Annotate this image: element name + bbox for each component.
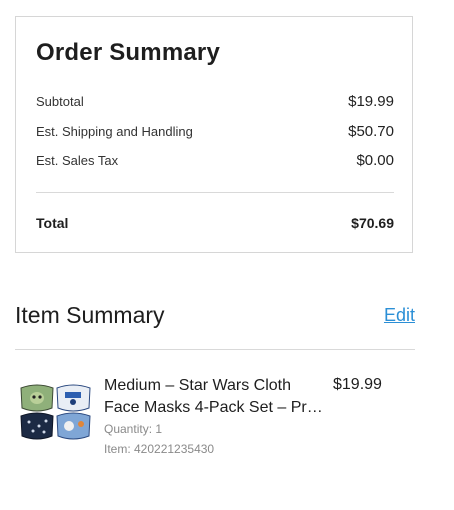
order-summary-panel: Order Summary Subtotal $19.99 Est. Shipp… [15, 16, 413, 253]
edit-link[interactable]: Edit [384, 305, 415, 326]
subtotal-row: Subtotal $19.99 [36, 93, 394, 110]
shipping-value: $50.70 [348, 123, 394, 140]
order-summary-title: Order Summary [36, 39, 221, 66]
item-name-line-1: Medium – Star Wars Cloth [104, 377, 292, 394]
total-label: Total [36, 215, 69, 231]
subtotal-label: Subtotal [36, 94, 84, 109]
total-value: $70.69 [351, 215, 394, 231]
item-summary-divider [15, 349, 415, 350]
sales-tax-value: $0.00 [356, 152, 394, 169]
item-summary-title: Item Summary [15, 302, 165, 328]
item-summary-header: Item Summary Edit [15, 302, 415, 329]
item-name-line-2: Face Masks 4-Pack Set – Pre… [104, 399, 326, 416]
total-row: Total $70.69 [36, 215, 394, 231]
item-name-link[interactable]: Medium – Star Wars Cloth Face Masks 4-Pa… [104, 375, 326, 419]
summary-divider [36, 192, 394, 193]
shipping-row: Est. Shipping and Handling $50.70 [36, 123, 394, 140]
subtotal-value: $19.99 [348, 93, 394, 110]
sales-tax-label: Est. Sales Tax [36, 153, 119, 168]
face-masks-product-image[interactable] [19, 382, 93, 444]
shipping-label: Est. Shipping and Handling [36, 124, 193, 139]
item-price: $19.99 [333, 376, 382, 393]
sales-tax-row: Est. Sales Tax $0.00 [36, 152, 394, 169]
item-number: Item: 420221235430 [104, 442, 215, 456]
item-quantity: Quantity: 1 [104, 422, 163, 436]
